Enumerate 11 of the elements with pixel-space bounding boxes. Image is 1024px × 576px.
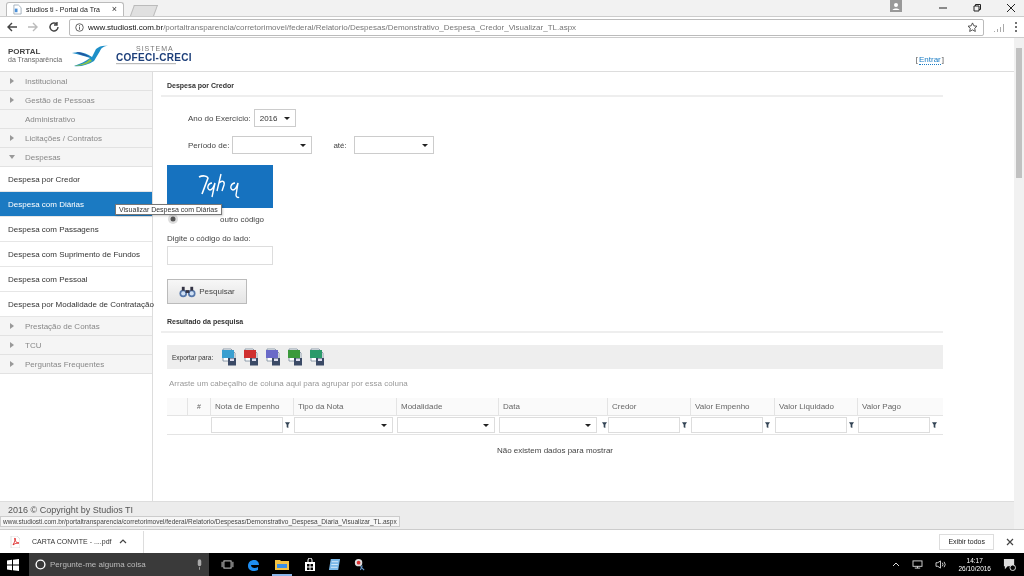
- empty-message: Não existem dados para mostrar: [495, 446, 615, 455]
- period-from-label: Período de:: [188, 140, 230, 150]
- group-hint: Arraste um cabeçalho de coluna aqui para agrupar por essa coluna: [169, 379, 408, 388]
- code-label: Digite o código do lado:: [167, 234, 251, 243]
- copyright-text: 2016 © Copyright by Studios TI: [8, 505, 134, 515]
- bracket: [: [915, 54, 918, 65]
- bracket: ]: [941, 54, 944, 65]
- period-to-label: até:: [333, 140, 347, 150]
- year-label: Ano do Exercício:: [188, 113, 251, 123]
- portal-title: PORTAL: [8, 46, 42, 56]
- logo-text: COFECI-CRECI: [116, 51, 192, 63]
